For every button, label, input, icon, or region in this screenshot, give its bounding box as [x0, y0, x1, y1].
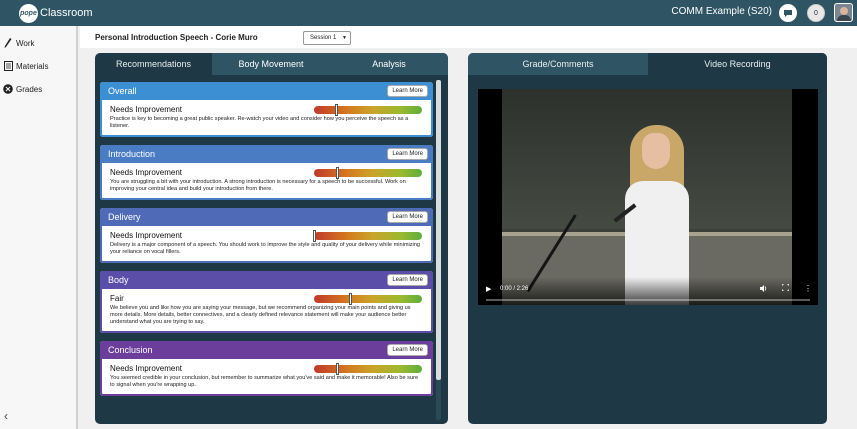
tab-analysis[interactable]: Analysis	[330, 53, 448, 75]
card-title: Overall	[108, 86, 137, 96]
video-time: 0:00 / 2:26	[500, 286, 529, 292]
rating-label: Needs Improvement	[110, 231, 183, 240]
card-description: Delivery is a major component of a speec…	[110, 242, 420, 255]
card-delivery: Delivery Learn More Needs Improvement De…	[100, 208, 433, 263]
sidebar-item-work[interactable]: Work	[0, 36, 76, 50]
course-title[interactable]: COMM Example (S20)	[671, 6, 772, 17]
rating-label: Fair	[110, 294, 124, 303]
tab-grade-comments[interactable]: Grade/Comments	[468, 53, 648, 75]
rating-label: Needs Improvement	[110, 168, 183, 177]
video-player[interactable]: ▶ 0:00 / 2:26 ⋮	[478, 89, 818, 305]
sidebar: Work Materials Grades ‹	[0, 26, 78, 429]
card-body-section: Body Learn More Fair We believe you and …	[100, 271, 433, 333]
card-body: Needs Improvement You are struggling a b…	[100, 163, 433, 200]
fullscreen-icon[interactable]	[781, 283, 790, 293]
card-body: Needs Improvement Delivery is a major co…	[100, 226, 433, 263]
rating-meter	[314, 362, 422, 375]
session-select[interactable]: Session 1 ▼	[303, 31, 351, 45]
tab-recommendations[interactable]: Recommendations	[95, 53, 212, 75]
rating-meter	[314, 166, 422, 179]
recommendation-list: Overall Learn More Needs Improvement Pra…	[100, 82, 433, 420]
learn-more-button[interactable]: Learn More	[387, 344, 428, 356]
sidebar-item-label: Work	[16, 38, 35, 48]
grades-icon	[3, 84, 13, 94]
avatar-head	[840, 7, 848, 15]
card-description: You seemed credible in your conclusion, …	[110, 375, 419, 388]
card-description: You are struggling a bit with your intro…	[110, 179, 406, 192]
video-frame	[502, 89, 792, 305]
card-title: Delivery	[108, 212, 141, 222]
sidebar-item-grades[interactable]: Grades	[0, 82, 76, 96]
rating-label: Needs Improvement	[110, 364, 183, 373]
rating-meter	[314, 292, 422, 305]
recommendations-panel: Recommendations Body Movement Analysis O…	[95, 53, 448, 424]
materials-icon	[3, 61, 13, 71]
chevron-left-icon[interactable]: ‹	[4, 409, 8, 423]
logo-text: Classroom	[40, 7, 93, 19]
page-title: Personal Introduction Speech - Corie Mur…	[95, 33, 258, 42]
rating-meter	[313, 229, 422, 242]
card-header: Conclusion Learn More	[100, 341, 433, 359]
right-tabs: Grade/Comments Video Recording	[468, 53, 827, 75]
card-header: Body Learn More	[100, 271, 433, 289]
rating-meter	[314, 103, 422, 116]
session-select-value: Session 1	[310, 35, 337, 41]
card-introduction: Introduction Learn More Needs Improvemen…	[100, 145, 433, 200]
card-body: Fair We believe you and like how you are…	[100, 289, 433, 333]
scrollbar[interactable]	[436, 80, 441, 420]
card-title: Body	[108, 275, 129, 285]
more-options-icon[interactable]: ⋮	[804, 284, 812, 293]
left-tabs: Recommendations Body Movement Analysis	[95, 53, 448, 75]
notification-button[interactable]: 0	[807, 4, 825, 22]
learn-more-button[interactable]: Learn More	[387, 85, 428, 97]
chat-icon	[784, 9, 792, 17]
play-icon[interactable]: ▶	[486, 285, 491, 293]
sidebar-item-label: Grades	[16, 84, 43, 94]
avatar[interactable]	[834, 3, 853, 22]
learn-more-button[interactable]: Learn More	[387, 274, 428, 286]
card-conclusion: Conclusion Learn More Needs Improvement …	[100, 341, 433, 396]
scrollbar-thumb[interactable]	[436, 80, 441, 380]
card-description: We believe you and like how you are sayi…	[110, 305, 411, 325]
grading-panel: Grade/Comments Video Recording ▶ 0:00 / …	[468, 53, 827, 424]
meter-marker	[334, 103, 338, 116]
card-body: Needs Improvement You seemed credible in…	[100, 359, 433, 396]
card-header: Delivery Learn More	[100, 208, 433, 226]
sidebar-item-materials[interactable]: Materials	[0, 59, 76, 73]
caret-down-icon: ▼	[342, 35, 347, 41]
top-bar: pope Classroom COMM Example (S20) 0	[0, 0, 857, 26]
video-controls: ▶ 0:00 / 2:26 ⋮	[478, 277, 818, 305]
meter-marker	[335, 362, 339, 375]
speaker-face	[642, 133, 670, 169]
avatar-shoulders	[837, 15, 851, 21]
meter-marker	[348, 292, 352, 305]
logo-mark: pope	[19, 3, 38, 23]
card-header: Overall Learn More	[100, 82, 433, 100]
volume-icon[interactable]	[760, 285, 768, 294]
rating-label: Needs Improvement	[110, 105, 183, 114]
learn-more-button[interactable]: Learn More	[387, 148, 428, 160]
tab-body-movement[interactable]: Body Movement	[212, 53, 330, 75]
video-progress-bar[interactable]	[486, 299, 810, 301]
card-description: Practice is key to becoming a great publ…	[110, 116, 409, 129]
meter-marker	[313, 229, 316, 242]
chat-button[interactable]	[779, 4, 797, 22]
meter-marker	[335, 166, 339, 179]
learn-more-button[interactable]: Learn More	[387, 211, 428, 223]
pencil-icon	[3, 38, 13, 48]
card-body: Needs Improvement Practice is key to bec…	[100, 100, 433, 137]
card-title: Introduction	[108, 149, 156, 159]
app-logo[interactable]: pope Classroom	[19, 3, 93, 23]
card-header: Introduction Learn More	[100, 145, 433, 163]
card-overall: Overall Learn More Needs Improvement Pra…	[100, 82, 433, 137]
card-title: Conclusion	[108, 345, 153, 355]
sidebar-item-label: Materials	[16, 61, 49, 71]
tab-video-recording[interactable]: Video Recording	[648, 53, 827, 75]
